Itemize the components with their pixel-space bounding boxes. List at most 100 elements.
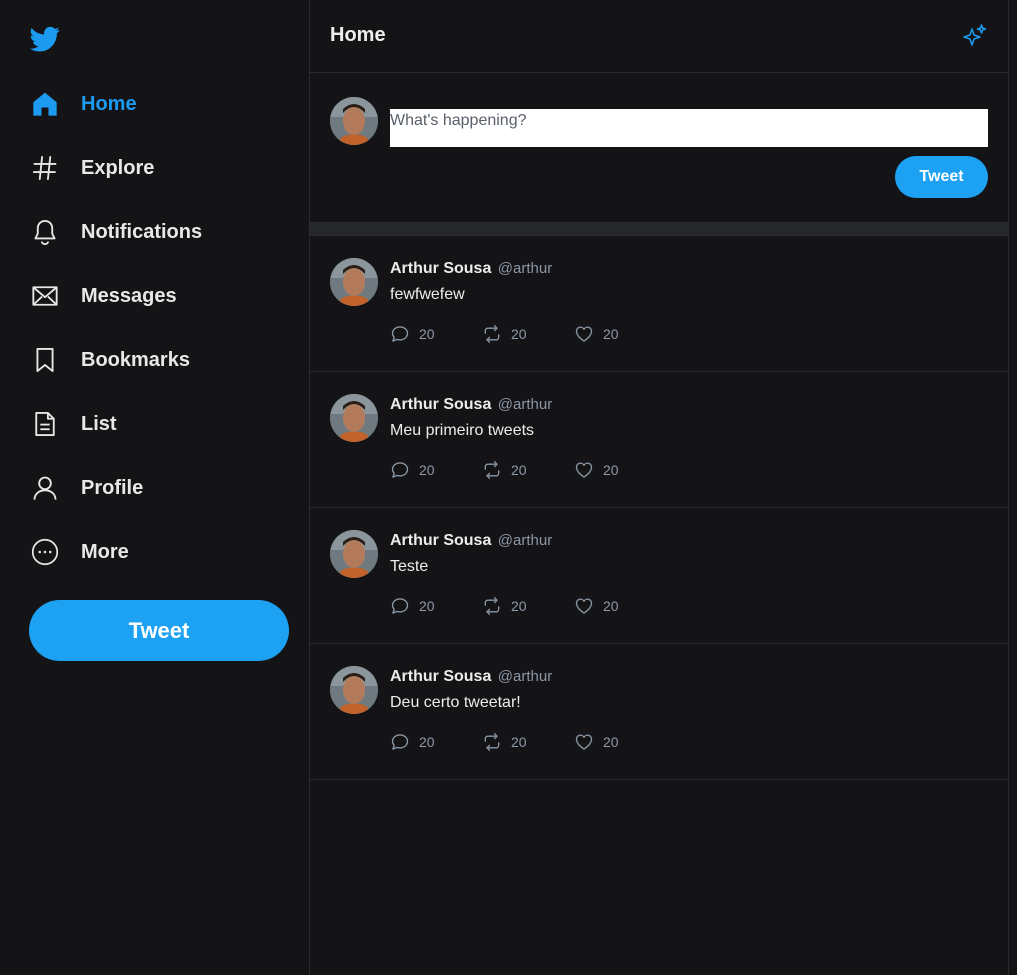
main-column: Home Tweet xyxy=(309,0,1009,975)
like-button[interactable]: 20 xyxy=(574,460,666,480)
reply-button[interactable]: 20 xyxy=(390,596,482,616)
tweet[interactable]: Arthur Sousa @arthur fewfwefew 20 20 20 xyxy=(310,236,1008,372)
more-icon xyxy=(31,538,59,566)
sidebar-item-label: Bookmarks xyxy=(81,348,190,371)
tweet-header: Arthur Sousa @arthur xyxy=(390,668,552,686)
reply-icon xyxy=(391,734,409,750)
reply-count: 20 xyxy=(419,326,435,342)
envelope-icon xyxy=(31,282,59,310)
compose-tweet-button[interactable]: Tweet xyxy=(895,156,988,198)
home-icon xyxy=(31,90,59,118)
twitter-bird-icon[interactable] xyxy=(29,24,61,54)
tweet-text: fewfwefew xyxy=(390,286,465,303)
tweet-feed: Arthur Sousa @arthur fewfwefew 20 20 20 … xyxy=(310,236,1008,780)
reply-count: 20 xyxy=(419,734,435,750)
bookmark-icon xyxy=(31,346,59,374)
sidebar-item-bookmarks[interactable]: Bookmarks xyxy=(0,328,309,392)
tweet[interactable]: Arthur Sousa @arthur Meu primeiro tweets… xyxy=(310,372,1008,508)
sidebar-item-label: Notifications xyxy=(81,220,203,243)
reply-button[interactable]: 20 xyxy=(390,732,482,752)
tweet-author-name[interactable]: Arthur Sousa xyxy=(390,260,491,277)
tweet-author-name[interactable]: Arthur Sousa xyxy=(390,668,491,685)
tweet-actions: 20 20 20 xyxy=(390,732,666,752)
tweet-author-handle[interactable]: @arthur xyxy=(498,668,552,685)
compose-input[interactable] xyxy=(390,109,988,147)
tweet-text: Deu certo tweetar! xyxy=(390,694,521,711)
retweet-count: 20 xyxy=(511,734,527,750)
retweet-icon xyxy=(484,325,500,343)
sidebar-item-label: List xyxy=(81,412,117,435)
retweet-count: 20 xyxy=(511,598,527,614)
retweet-icon xyxy=(484,461,500,479)
tweet-author-handle[interactable]: @arthur xyxy=(498,396,552,413)
tweet-author-handle[interactable]: @arthur xyxy=(498,260,552,277)
tweet-author-name[interactable]: Arthur Sousa xyxy=(390,532,491,549)
like-button[interactable]: 20 xyxy=(574,324,666,344)
tweet-author-handle[interactable]: @arthur xyxy=(498,532,552,549)
sidebar-item-more[interactable]: More xyxy=(0,520,309,584)
reply-icon xyxy=(391,598,409,614)
header: Home xyxy=(310,0,1008,73)
retweet-button[interactable]: 20 xyxy=(482,460,574,480)
retweet-button[interactable]: 20 xyxy=(482,596,574,616)
tweet[interactable]: Arthur Sousa @arthur Teste 20 20 20 xyxy=(310,508,1008,644)
tweet-actions: 20 20 20 xyxy=(390,460,666,480)
like-count: 20 xyxy=(603,326,619,342)
retweet-count: 20 xyxy=(511,462,527,478)
heart-icon xyxy=(575,734,593,750)
sidebar-item-notifications[interactable]: Notifications xyxy=(0,200,309,264)
sidebar-item-messages[interactable]: Messages xyxy=(0,264,309,328)
reply-icon xyxy=(391,326,409,342)
avatar[interactable] xyxy=(330,394,378,442)
sidebar-tweet-button[interactable]: Tweet xyxy=(29,600,289,661)
reply-icon xyxy=(391,462,409,478)
hashtag-icon xyxy=(31,154,59,182)
tweet[interactable]: Arthur Sousa @arthur Deu certo tweetar! … xyxy=(310,644,1008,780)
avatar[interactable] xyxy=(330,530,378,578)
user-icon xyxy=(31,474,59,502)
sidebar-item-label: Messages xyxy=(81,284,177,307)
sidebar-item-profile[interactable]: Profile xyxy=(0,456,309,520)
like-button[interactable]: 20 xyxy=(574,596,666,616)
sidebar-item-explore[interactable]: Explore xyxy=(0,136,309,200)
sidebar-item-label: Explore xyxy=(81,156,155,179)
sidebar-item-label: Profile xyxy=(81,476,144,499)
like-count: 20 xyxy=(603,462,619,478)
sidebar-item-list[interactable]: List xyxy=(0,392,309,456)
sparkle-icon[interactable] xyxy=(962,23,988,49)
reply-button[interactable]: 20 xyxy=(390,460,482,480)
bell-icon xyxy=(31,218,59,246)
reply-count: 20 xyxy=(419,598,435,614)
tweet-composer: Tweet xyxy=(310,73,1008,222)
tweet-header: Arthur Sousa @arthur xyxy=(390,532,552,550)
reply-button[interactable]: 20 xyxy=(390,324,482,344)
retweet-icon xyxy=(484,733,500,751)
heart-icon xyxy=(575,326,593,342)
like-button[interactable]: 20 xyxy=(574,732,666,752)
tweet-header: Arthur Sousa @arthur xyxy=(390,396,552,414)
sidebar-item-home[interactable]: Home xyxy=(0,72,309,136)
sidebar-nav: Home Explore Notifications Messages Book… xyxy=(0,72,309,584)
sidebar-item-label: Home xyxy=(81,92,137,115)
like-count: 20 xyxy=(603,598,619,614)
reply-count: 20 xyxy=(419,462,435,478)
section-divider xyxy=(310,222,1008,236)
sidebar: Home Explore Notifications Messages Book… xyxy=(0,0,309,975)
heart-icon xyxy=(575,598,593,614)
avatar[interactable] xyxy=(330,258,378,306)
avatar[interactable] xyxy=(330,666,378,714)
heart-icon xyxy=(575,462,593,478)
retweet-button[interactable]: 20 xyxy=(482,732,574,752)
tweet-actions: 20 20 20 xyxy=(390,596,666,616)
tweet-author-name[interactable]: Arthur Sousa xyxy=(390,396,491,413)
retweet-icon xyxy=(484,597,500,615)
app: Home Explore Notifications Messages Book… xyxy=(0,0,1017,975)
tweet-text: Teste xyxy=(390,558,429,575)
avatar[interactable] xyxy=(330,97,378,145)
retweet-button[interactable]: 20 xyxy=(482,324,574,344)
page-title: Home xyxy=(330,24,386,46)
list-icon xyxy=(31,410,59,438)
sidebar-item-label: More xyxy=(81,540,129,563)
tweet-header: Arthur Sousa @arthur xyxy=(390,260,552,278)
tweet-actions: 20 20 20 xyxy=(390,324,666,344)
